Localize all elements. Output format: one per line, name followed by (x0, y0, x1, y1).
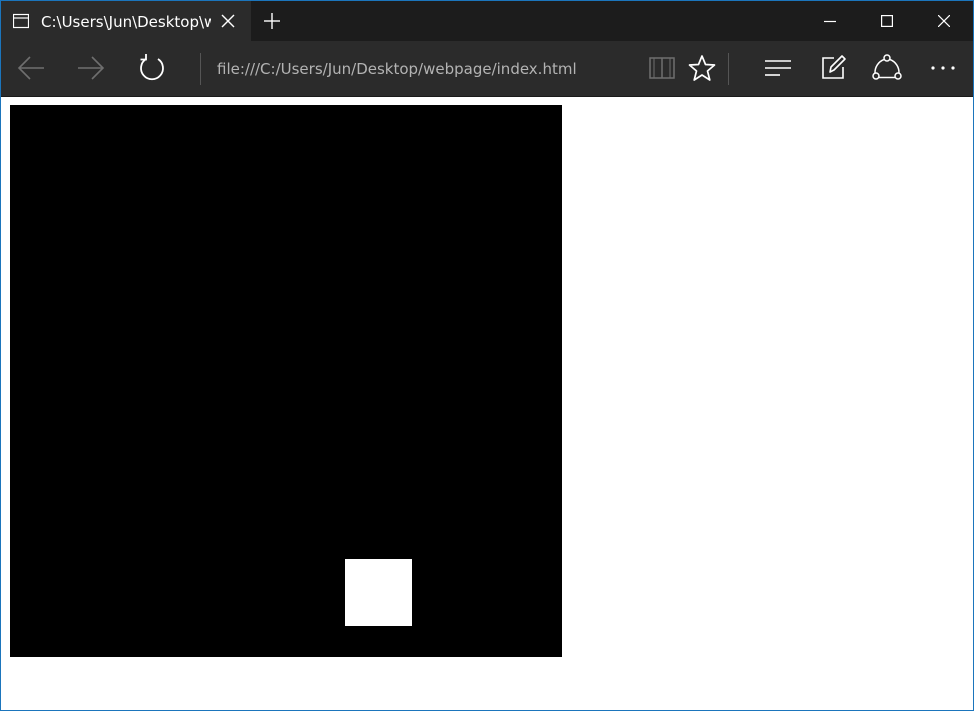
black-canvas (10, 105, 562, 657)
address-bar[interactable]: file:///C:/Users/Jun/Desktop/webpage/ind… (211, 55, 637, 83)
favorite-star-icon[interactable] (686, 52, 718, 84)
white-square (345, 559, 412, 626)
minimize-icon (824, 20, 836, 23)
share-icon[interactable] (871, 52, 903, 84)
nav-separator (200, 53, 201, 85)
refresh-icon[interactable] (136, 52, 168, 84)
minimize-button[interactable] (802, 1, 860, 41)
tab-bar: C:\Users\Jun\Desktop\webpage\index.html (1, 1, 973, 41)
maximize-icon (881, 15, 893, 27)
forward-arrow-icon[interactable] (75, 52, 107, 84)
close-window-button[interactable] (916, 1, 973, 41)
active-tab[interactable]: C:\Users\Jun\Desktop\webpage\index.html (1, 1, 251, 41)
back-arrow-icon[interactable] (15, 52, 47, 84)
close-icon (938, 15, 950, 27)
tab-page-icon (13, 13, 29, 29)
browser-window: C:\Users\Jun\Desktop\webpage\index.html (0, 0, 974, 711)
close-tab-icon[interactable] (220, 13, 236, 29)
page-viewport (1, 97, 973, 710)
new-tab-plus-icon[interactable] (263, 12, 281, 30)
hub-lines-icon[interactable] (762, 52, 794, 84)
reading-view-book-icon[interactable] (646, 52, 678, 84)
web-note-pen-icon[interactable] (817, 52, 849, 84)
navigation-bar: file:///C:/Users/Jun/Desktop/webpage/ind… (1, 41, 973, 97)
toolbar-separator (728, 53, 729, 85)
tab-title: C:\Users\Jun\Desktop\webpage\index.html (41, 13, 211, 31)
more-ellipsis-icon[interactable] (927, 52, 959, 84)
maximize-button[interactable] (859, 1, 917, 41)
